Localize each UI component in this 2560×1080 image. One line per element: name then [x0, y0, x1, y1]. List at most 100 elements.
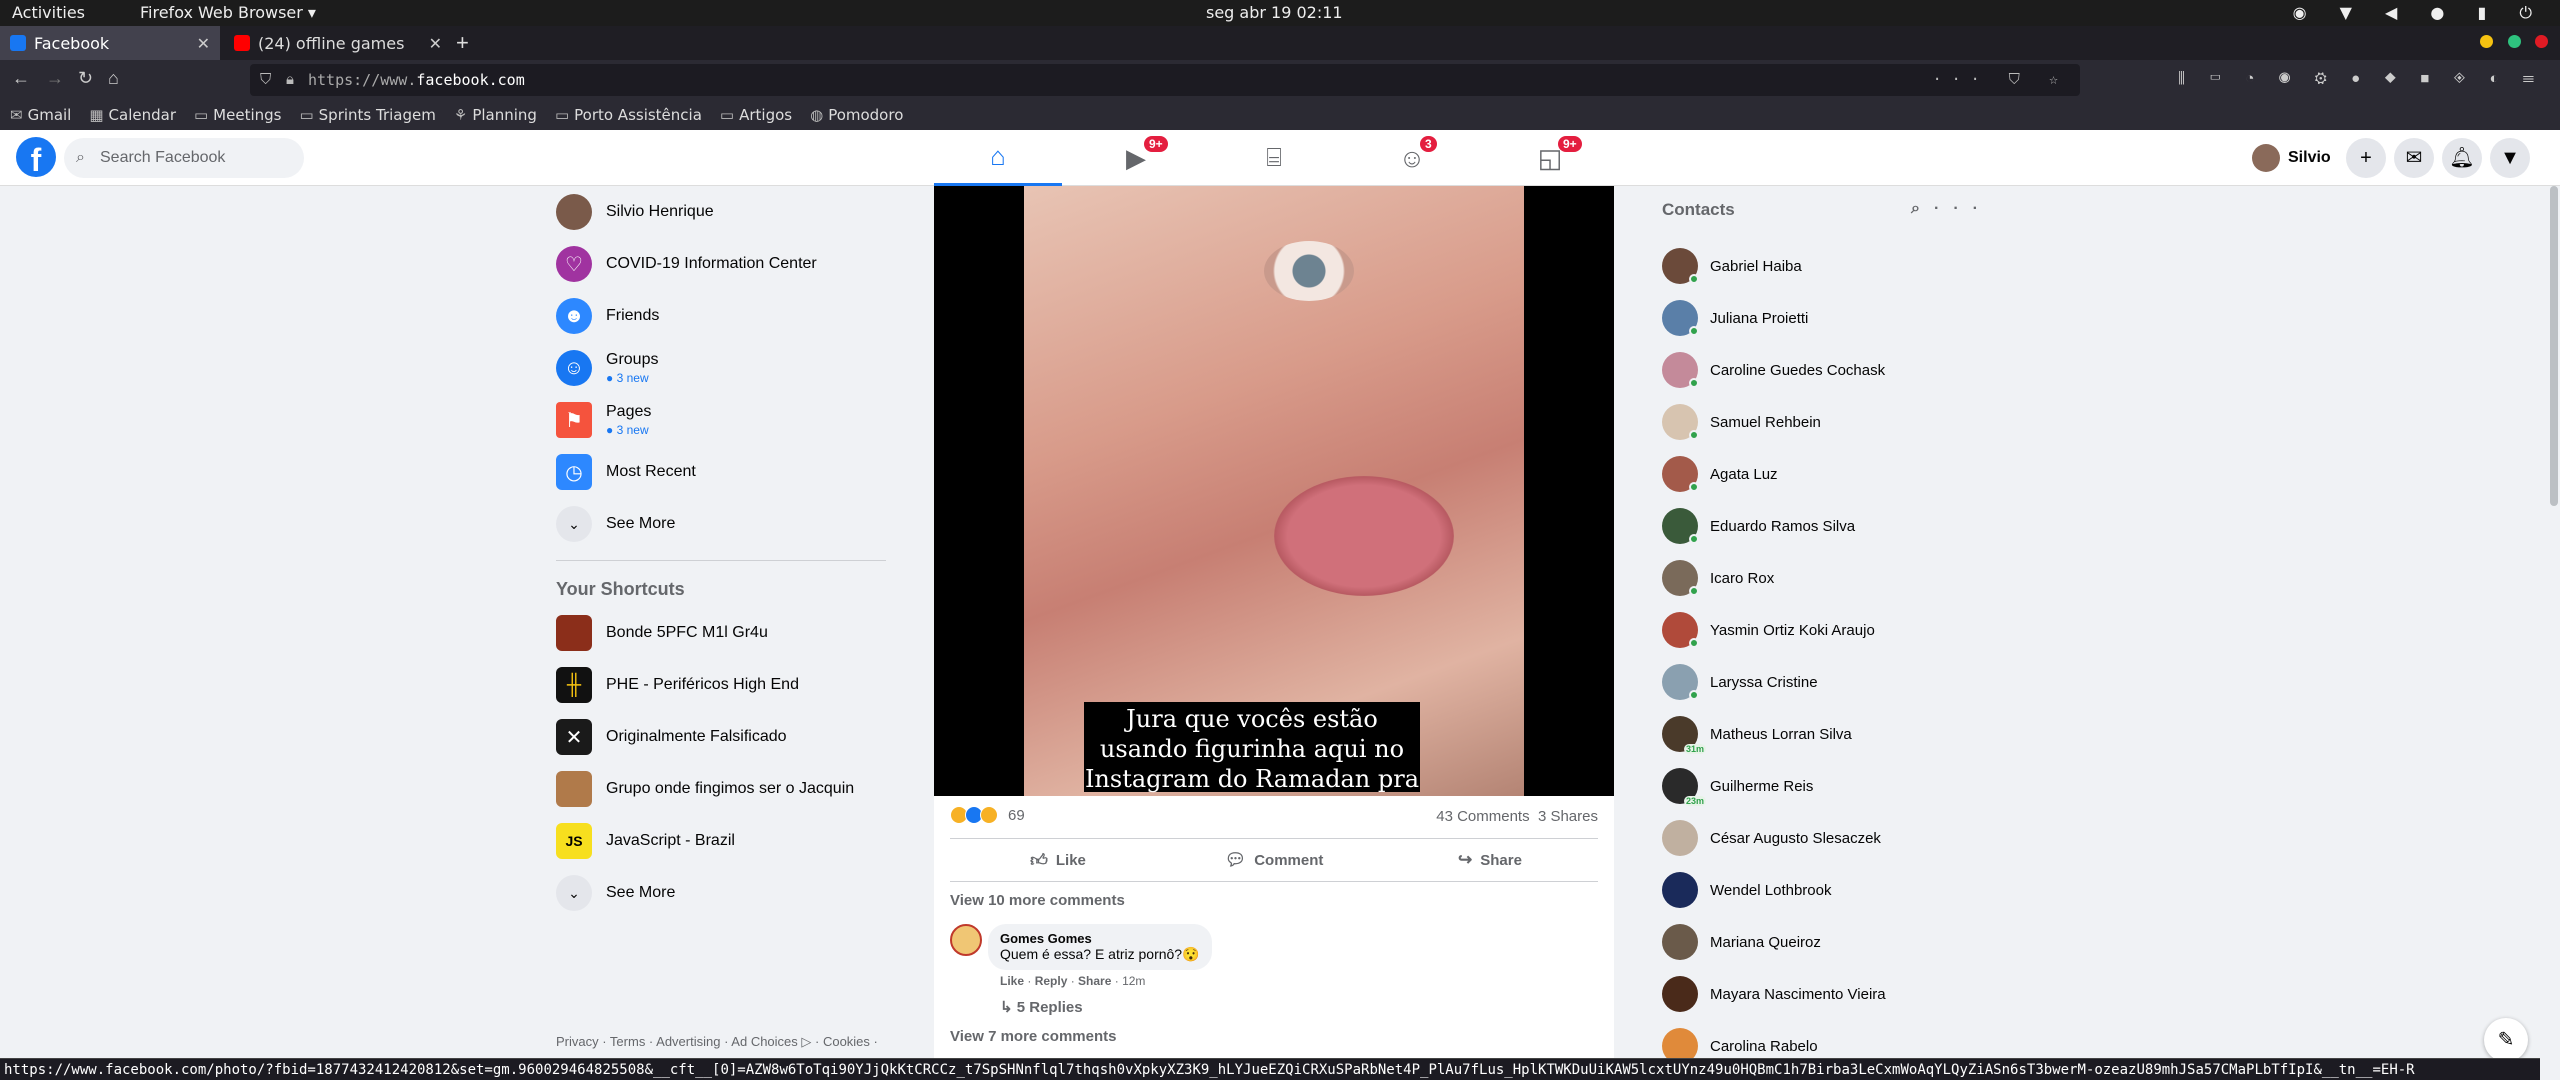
comment-share-link[interactable]: Share [1078, 974, 1111, 988]
comment-reply-link[interactable]: Reply [1035, 974, 1068, 988]
sidebar-item-pages[interactable]: ⚑ Pages ● 3 new [556, 394, 896, 446]
nav-watch[interactable]: ▶ 9+ [1072, 130, 1200, 186]
shortcut-item[interactable]: JS JavaScript - Brazil [556, 815, 896, 867]
activities-button[interactable]: Activities [12, 3, 85, 22]
lock-icon[interactable]: 🔒︎ [286, 70, 294, 88]
bookmark-artigos[interactable]: ▭ Artigos [720, 106, 792, 124]
shortcut-item[interactable]: Bonde 5PFC M1l Gr4u [556, 607, 896, 659]
contact-item[interactable]: Juliana Proietti [1662, 292, 2002, 344]
nav-gaming[interactable]: ◱ 9+ [1486, 130, 1614, 186]
url-text[interactable]: https://www.facebook.com [308, 71, 525, 89]
contact-item[interactable]: Gabriel Haiba [1662, 240, 2002, 292]
contact-item[interactable]: Eduardo Ramos Silva [1662, 500, 2002, 552]
sidebar-item-profile[interactable]: Silvio Henrique [556, 186, 896, 238]
messenger-button[interactable]: ✉ [2394, 138, 2434, 178]
clock[interactable]: seg abr 19 02:11 [1206, 3, 1343, 22]
footer-links[interactable]: Privacy · Terms · Advertising · Ad Choic… [556, 1034, 878, 1050]
search-icon: ⌕ [76, 149, 85, 166]
contact-item[interactable]: 31m Matheus Lorran Silva [1662, 708, 2002, 760]
tab-youtube[interactable]: (24) offline games ✕ [224, 26, 452, 60]
shares-count[interactable]: 3 Shares [1538, 808, 1598, 825]
shield-icon[interactable]: ⛉ [260, 70, 271, 88]
contact-item[interactable]: Yasmin Ortiz Koki Araujo [1662, 604, 2002, 656]
account-menu-button[interactable]: ▼ [2490, 138, 2530, 178]
contact-name: Carolina Rabelo [1710, 1037, 1818, 1055]
contact-item[interactable]: Laryssa Cristine [1662, 656, 2002, 708]
shortcuts-see-more-button[interactable]: ⌄ See More [556, 867, 896, 919]
minimize-icon[interactable] [2480, 35, 2494, 48]
bookmark-porto-assistencia[interactable]: ▭ Porto Assistência [555, 106, 702, 124]
notifications-button[interactable]: 🔔︎ [2442, 138, 2482, 178]
contact-item[interactable]: Caroline Guedes Cochask [1662, 344, 2002, 396]
engagement-counts[interactable]: 43 Comments 3 Shares [1436, 808, 1598, 825]
close-window-icon[interactable] [2535, 35, 2548, 48]
url-bar[interactable]: ⛉ 🔒︎ https://www.facebook.com ··· ⛉ ☆ [250, 64, 2080, 96]
nav-marketplace[interactable]: ⌸ [1210, 130, 1338, 186]
folder-icon: ▭ [554, 106, 570, 124]
url-actions[interactable]: ··· ⛉ ☆ [1933, 70, 2068, 88]
contact-item[interactable]: Icaro Rox [1662, 552, 2002, 604]
comment-like-link[interactable]: Like [1000, 974, 1024, 988]
comments-count[interactable]: 43 Comments [1436, 808, 1529, 825]
window-controls[interactable] [2470, 35, 2548, 53]
post-actions: 👍︎ Like 💬︎ Comment ↪ Share [950, 838, 1598, 882]
app-menu[interactable]: Firefox Web Browser ▾ [140, 3, 316, 22]
search-icon[interactable]: ⌕ [1911, 200, 1934, 217]
like-button[interactable]: 👍︎ Like [950, 839, 1166, 881]
contact-item[interactable]: Mayara Nascimento Vieira [1662, 968, 2002, 1020]
view-more-comments-link[interactable]: View 7 more comments [950, 1028, 1116, 1045]
sidebar-item-groups[interactable]: ☺ Groups ● 3 new [556, 342, 896, 394]
reactions-summary[interactable]: 69 [950, 806, 1025, 824]
contact-item[interactable]: 23m Guilherme Reis [1662, 760, 2002, 812]
nav-groups[interactable]: ☺ 3 [1348, 130, 1476, 186]
view-more-comments-link[interactable]: View 10 more comments [950, 892, 1125, 909]
bookmark-calendar[interactable]: ▦ Calendar [89, 106, 176, 124]
new-count-text: 3 new [616, 371, 649, 385]
tab-facebook[interactable]: Facebook ✕ [0, 26, 220, 60]
folder-icon: ▭ [299, 106, 314, 124]
bookmark-planning[interactable]: ⚘ Planning [454, 106, 537, 124]
close-tab-icon[interactable]: ✕ [197, 34, 210, 53]
shortcut-item[interactable]: ✕ Originalmente Falsificado [556, 711, 896, 763]
comment-time[interactable]: 12m [1122, 974, 1145, 988]
replies-link[interactable]: ↳ 5 Replies [1000, 998, 1083, 1016]
contact-item[interactable]: Agata Luz [1662, 448, 2002, 500]
new-tab-button[interactable]: + [456, 30, 469, 56]
bookmark-gmail[interactable]: ✉ Gmail [10, 106, 71, 124]
bookmark-pomodoro[interactable]: ◍ Pomodoro [810, 106, 903, 124]
forward-icon[interactable]: → [46, 68, 64, 89]
facebook-logo-icon[interactable]: f [16, 137, 56, 178]
system-tray[interactable]: ◉ ▼ ◀ ● ▮ ⏻ [2293, 3, 2546, 23]
shortcut-item[interactable]: ╫ PHE - Periféricos High End [556, 659, 896, 711]
page-scrollbar[interactable] [2548, 186, 2560, 1080]
sidebar-item-friends[interactable]: ☻ Friends [556, 290, 896, 342]
extensions-toolbar[interactable]: ⫼ ▭ ◔ ◉ ⚙ ● ◆ ■ ◈ ◐ ☰ [2178, 70, 2544, 87]
contact-item[interactable]: César Augusto Slesaczek [1662, 812, 2002, 864]
shortcut-item[interactable]: Grupo onde fingimos ser o Jacquin [556, 763, 896, 815]
close-tab-icon[interactable]: ✕ [429, 34, 442, 53]
maximize-icon[interactable] [2507, 35, 2521, 48]
bookmark-meetings[interactable]: ▭ Meetings [194, 106, 281, 124]
contact-item[interactable]: Mariana Queiroz [1662, 916, 2002, 968]
see-more-button[interactable]: ⌄ See More [556, 498, 896, 550]
contact-item[interactable]: Samuel Rehbein [1662, 396, 2002, 448]
avatar[interactable] [950, 924, 982, 956]
bookmark-sprints-triagem[interactable]: ▭ Sprints Triagem [299, 106, 435, 124]
back-icon[interactable]: ← [12, 68, 30, 89]
sidebar-item-covid[interactable]: ♡ COVID-19 Information Center [556, 238, 896, 290]
search-input[interactable]: ⌕ Search Facebook [64, 138, 304, 178]
contact-item[interactable]: Wendel Lothbrook [1662, 864, 2002, 916]
create-button[interactable]: + [2346, 138, 2386, 178]
share-button[interactable]: ↪ Share [1382, 839, 1598, 881]
scrollbar-thumb[interactable] [2550, 186, 2558, 506]
post-photo[interactable]: Jura que vocês estão usando figurinha aq… [934, 186, 1614, 796]
more-options-icon[interactable]: ··· [1934, 200, 1992, 217]
profile-chip[interactable]: Silvio [2252, 142, 2331, 174]
sidebar-item-most-recent[interactable]: ◷ Most Recent [556, 446, 896, 498]
nav-home[interactable]: ⌂ [934, 130, 1062, 186]
comment-author[interactable]: Gomes Gomes [1000, 931, 1200, 946]
home-icon[interactable]: ⌂ [108, 68, 119, 89]
new-message-button[interactable]: ✎ [2484, 1018, 2528, 1062]
reload-icon[interactable]: ↻ [78, 68, 93, 89]
comment-button[interactable]: 💬︎ Comment [1166, 839, 1382, 881]
